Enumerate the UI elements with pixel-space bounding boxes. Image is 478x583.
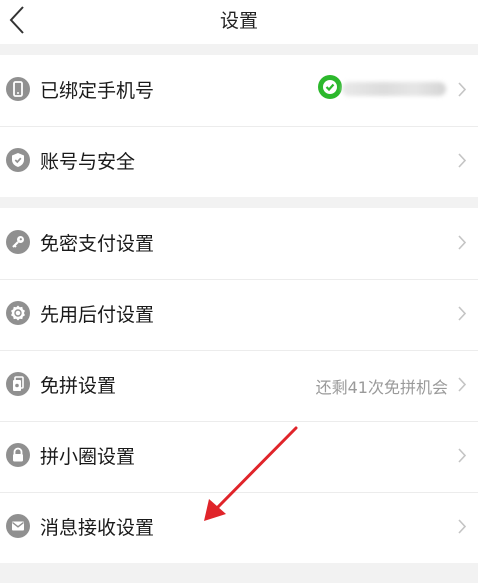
settings-item-account-security[interactable]: 账号与安全: [0, 126, 478, 197]
settings-item-label: 拼小圈设置: [40, 446, 136, 468]
chevron-right-icon: [458, 235, 467, 250]
settings-item-label: 账号与安全: [40, 151, 136, 173]
account-group: 已绑定手机号 账号与安全: [0, 55, 478, 197]
shield-icon: [6, 148, 30, 172]
chevron-right-icon: [458, 377, 467, 392]
chevron-right-icon: [458, 153, 467, 168]
key-icon: [6, 230, 30, 254]
settings-item-label: 免密支付设置: [40, 233, 155, 255]
phone-icon: [6, 77, 30, 101]
settings-item-group-buy-exemption[interactable]: 免拼设置 还剩41次免拼机会: [0, 350, 478, 421]
card-icon: [6, 372, 30, 396]
verified-check-icon: [318, 75, 342, 99]
settings-item-label: 消息接收设置: [40, 517, 155, 539]
chevron-right-icon: [458, 519, 467, 534]
settings-item-label: 先用后付设置: [40, 304, 155, 326]
page-title: 设置: [219, 10, 258, 32]
masked-phone-number: [342, 82, 446, 96]
mail-icon: [6, 514, 30, 538]
settings-item-label: 已绑定手机号: [40, 80, 155, 102]
lock-icon: [6, 443, 30, 467]
remaining-exemptions-text: 还剩41次免拼机会: [315, 378, 448, 397]
settings-item-password-free-payment[interactable]: 免密支付设置: [0, 208, 478, 279]
settings-item-circle-settings[interactable]: 拼小圈设置: [0, 421, 478, 492]
settings-item-pay-later[interactable]: 先用后付设置: [0, 279, 478, 350]
badge-icon: [6, 301, 30, 325]
chevron-right-icon: [458, 82, 467, 97]
payment-social-group: 免密支付设置 先用后付设置 免拼设置 还剩41次免拼机会 拼小圈设置 消息接收设…: [0, 208, 478, 563]
chevron-right-icon: [458, 448, 467, 463]
settings-item-bound-phone[interactable]: 已绑定手机号: [0, 55, 478, 126]
chevron-right-icon: [458, 306, 467, 321]
top-bar: 设置: [0, 0, 478, 44]
settings-item-label: 免拼设置: [40, 375, 117, 397]
settings-item-message-receiving[interactable]: 消息接收设置: [0, 492, 478, 563]
